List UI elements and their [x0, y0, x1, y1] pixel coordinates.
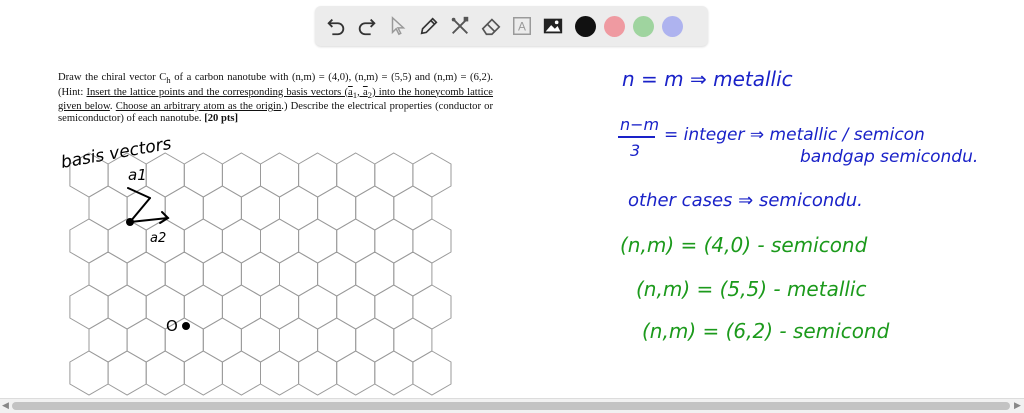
hexagon-cell: [279, 317, 319, 363]
hexagon-cell: [374, 350, 414, 396]
hexagon-cell: [221, 284, 261, 330]
a1-label: a1: [128, 166, 147, 184]
hexagon-cell: [298, 218, 338, 264]
hexagon-cell: [240, 317, 280, 363]
hexagon-cell: [374, 152, 414, 198]
blue-note-line2b: bandgap semicondu.: [800, 147, 978, 167]
hexagon-cell: [107, 218, 147, 264]
hexagon-cell: [355, 317, 395, 363]
hexagon-cell: [164, 251, 204, 297]
hexagon-cell: [88, 317, 128, 363]
hexagon-cell: [260, 152, 300, 198]
hexagon-cell: [336, 152, 376, 198]
hexagon-cell: [260, 284, 300, 330]
hexagon-cell: [183, 284, 223, 330]
hexagon-cell: [317, 185, 357, 231]
blue-frac-den: 3: [630, 141, 640, 160]
scroll-right-icon[interactable]: ▶: [1014, 401, 1021, 411]
hexagon-cell: [69, 350, 109, 396]
blue-frac-num: n−m: [620, 115, 659, 134]
hexagon-cell: [107, 284, 147, 330]
hexagon-cell: [202, 185, 242, 231]
basis-vectors-label: basis vectors: [59, 134, 173, 173]
hexagon-cell: [126, 317, 166, 363]
hexagon-cell: [336, 284, 376, 330]
hexagon-cell: [183, 152, 223, 198]
hexagon-cell: [145, 350, 185, 396]
scrollbar-thumb[interactable]: [12, 402, 1010, 410]
hexagon-cell: [221, 218, 261, 264]
hexagon-cell: [374, 218, 414, 264]
hexagon-cell: [107, 350, 147, 396]
hexagon-cell: [393, 185, 433, 231]
hexagon-cell: [393, 251, 433, 297]
hexagon-cell: [221, 350, 261, 396]
hexagon-cell: [298, 152, 338, 198]
horizontal-scrollbar[interactable]: ◀ ▶: [0, 398, 1024, 413]
hexagon-cell: [317, 317, 357, 363]
origin-label: O: [166, 317, 178, 335]
blue-notes: n = m ⇒ metallic n−m 3 = integer ⇒ metal…: [618, 67, 978, 211]
hexagon-cell: [164, 185, 204, 231]
a2-label: a2: [150, 231, 166, 246]
hexagon-cell: [145, 152, 185, 198]
hexagon-cell: [355, 185, 395, 231]
hexagon-cell: [221, 152, 261, 198]
hexagon-cell: [69, 218, 109, 264]
green-note-line3: (n,m) = (6,2) - semicond: [642, 319, 890, 343]
hexagon-cell: [279, 185, 319, 231]
hexagon-cell: [88, 251, 128, 297]
hexagon-cell: [240, 251, 280, 297]
hexagon-cell: [126, 251, 166, 297]
hexagon-cell: [183, 218, 223, 264]
green-note-line2: (n,m) = (5,5) - metallic: [636, 277, 867, 301]
hexagon-cell: [374, 284, 414, 330]
hexagon-cell: [298, 284, 338, 330]
hexagon-cell: [260, 350, 300, 396]
blue-note-line3: other cases ⇒ semicondu.: [628, 190, 863, 211]
black-annotations: basis vectors a1 a2 O: [59, 134, 190, 335]
hexagon-cell: [317, 251, 357, 297]
hexagon-cell: [202, 251, 242, 297]
hexagon-cell: [183, 350, 223, 396]
hexagon-cell: [69, 284, 109, 330]
hexagon-cell: [88, 185, 128, 231]
hexagon-cell: [298, 350, 338, 396]
hexagon-cell: [240, 185, 280, 231]
hexagon-cell: [279, 251, 319, 297]
hexagon-cell: [202, 317, 242, 363]
hexagon-cell: [336, 350, 376, 396]
blue-note-line1: n = m ⇒ metallic: [622, 67, 793, 91]
green-notes: (n,m) = (4,0) - semicond (n,m) = (5,5) -…: [620, 233, 890, 343]
whiteboard-canvas[interactable]: basis vectors a1 a2 O n = m ⇒ metallic n…: [0, 0, 1024, 398]
hexagon-cell: [412, 284, 452, 330]
vector-a1-line: [129, 197, 151, 223]
scroll-left-icon[interactable]: ◀: [2, 401, 9, 411]
hexagon-cell: [412, 218, 452, 264]
hexagon-cell: [393, 317, 433, 363]
blue-note-line2a: = integer ⇒ metallic / semicon: [664, 125, 925, 145]
hexagon-cell: [260, 218, 300, 264]
vector-a1-arrow: [127, 187, 151, 199]
hexagon-cell: [355, 251, 395, 297]
honeycomb-lattice: [69, 152, 452, 396]
green-note-line1: (n,m) = (4,0) - semicond: [620, 233, 868, 257]
hexagon-cell: [336, 218, 376, 264]
hexagon-cell: [412, 350, 452, 396]
hexagon-cell: [412, 152, 452, 198]
